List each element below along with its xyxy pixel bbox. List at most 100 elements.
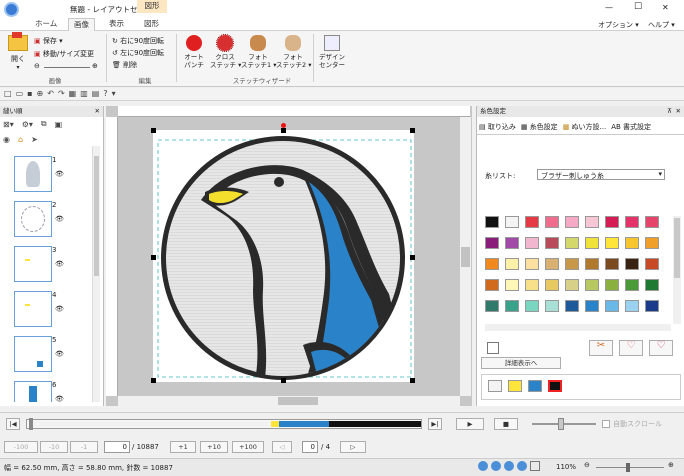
color-swatch[interactable] <box>525 216 539 228</box>
selection-handle[interactable] <box>151 128 156 133</box>
rotation-handle[interactable] <box>281 123 286 128</box>
color-swatch[interactable] <box>505 258 519 270</box>
plus-1-button[interactable]: +1 <box>170 441 196 453</box>
delete-button[interactable]: 🗑 削除 <box>112 60 137 70</box>
thumbnail-6[interactable] <box>14 381 52 402</box>
eye-toggle-icon[interactable]: ◉ <box>3 135 10 144</box>
view-mode-icon[interactable] <box>478 461 488 471</box>
thumbnail-2[interactable] <box>14 201 52 237</box>
frame-tool-icon[interactable] <box>487 342 499 354</box>
color-swatch[interactable] <box>645 216 659 228</box>
color-swatch[interactable] <box>505 237 519 249</box>
color-swatch[interactable] <box>565 258 579 270</box>
minus-100-button[interactable]: -100 <box>4 441 38 453</box>
color-swatch[interactable] <box>545 279 559 291</box>
color-swatch[interactable] <box>585 258 599 270</box>
color-swatch[interactable] <box>505 300 519 312</box>
tab-home[interactable]: ホーム <box>30 18 62 31</box>
tab-sew-method[interactable]: ▩ ぬい方設... <box>563 122 607 132</box>
minus-10-button[interactable]: -10 <box>40 441 68 453</box>
selection-handle[interactable] <box>281 378 286 383</box>
stop-button[interactable]: ■ <box>494 418 518 430</box>
rewind-button[interactable]: |◀ <box>6 418 20 430</box>
color-swatch[interactable] <box>525 258 539 270</box>
selection-handle[interactable] <box>151 378 156 383</box>
selection-handle[interactable] <box>281 128 286 133</box>
auto-punch-button[interactable]: オート パンチ <box>182 35 206 69</box>
hoop-area[interactable] <box>151 123 415 383</box>
thumbnail-1[interactable] <box>14 156 52 192</box>
color-swatch[interactable] <box>485 300 499 312</box>
color-palette[interactable] <box>485 216 671 324</box>
selection-handle[interactable] <box>151 255 156 260</box>
used-color-swatch[interactable] <box>488 380 502 392</box>
save-button[interactable]: ▣ 保存 ▾ <box>34 36 63 46</box>
cursor-icon[interactable]: ➤ <box>31 135 38 144</box>
color-swatch[interactable] <box>505 216 519 228</box>
color-swatch[interactable] <box>625 216 639 228</box>
frame-icon[interactable]: ▣ <box>55 120 63 129</box>
move-icon[interactable]: ⧉ <box>41 119 47 129</box>
play-button[interactable]: ▶ <box>456 418 484 430</box>
photo-stitch2-button[interactable]: フォト ステッチ2 ▾ <box>276 35 311 69</box>
tab-text-format[interactable]: AB 書式設定 <box>611 122 651 132</box>
color-swatch[interactable] <box>485 237 499 249</box>
used-color-swatch[interactable] <box>508 380 522 392</box>
forward-end-button[interactable]: ▶| <box>428 418 442 430</box>
color-swatch[interactable] <box>625 279 639 291</box>
open-button[interactable]: 開く ▾ <box>6 32 30 71</box>
maximize-button[interactable]: ☐ <box>634 2 642 12</box>
thread-list-select[interactable]: ブラザー刺しゅう糸 ▾ <box>537 169 665 180</box>
qat-dropdown-icon[interactable]: ▾ <box>112 89 116 98</box>
eye-icon[interactable]: 👁 <box>55 260 64 268</box>
used-color-swatch[interactable] <box>528 380 542 392</box>
color-swatch[interactable] <box>505 279 519 291</box>
design-center-button[interactable]: デザイン センター <box>316 35 348 69</box>
color-sort-icon[interactable]: ⚙▾ <box>22 120 33 129</box>
undo-icon[interactable]: ↶ <box>47 89 54 98</box>
color-swatch[interactable] <box>545 216 559 228</box>
help-circle-icon[interactable]: ? <box>103 89 107 98</box>
photo-stitch1-button[interactable]: フォト ステッチ1 ▾ <box>241 35 276 69</box>
cross-stitch-button[interactable]: クロス ステッチ ▾ <box>210 34 241 69</box>
close-button[interactable]: ✕ <box>662 3 669 12</box>
prev-page-button[interactable]: ◁ <box>272 441 292 453</box>
canvas-vscroll[interactable] <box>460 117 471 396</box>
grid-icon[interactable]: ▦ <box>69 89 77 98</box>
color-swatch[interactable] <box>605 279 619 291</box>
color-swatch[interactable] <box>585 237 599 249</box>
rotate-left-button[interactable]: ↺ 左に90度回転 <box>112 48 164 58</box>
auto-scroll-checkbox[interactable]: 自動スクロール <box>602 419 662 429</box>
minimize-button[interactable]: — <box>605 3 613 12</box>
panel-close-icon[interactable]: ✕ <box>676 106 681 117</box>
color-swatch[interactable] <box>565 237 579 249</box>
color-swatch[interactable] <box>525 279 539 291</box>
view-mode-icon[interactable] <box>504 461 514 471</box>
open-icon[interactable]: ▭ <box>16 89 24 98</box>
color-swatch[interactable] <box>585 216 599 228</box>
thumbnail-scrollbar[interactable] <box>92 146 100 402</box>
color-swatch[interactable] <box>565 300 579 312</box>
color-swatch[interactable] <box>605 300 619 312</box>
opacity-slider[interactable]: ⊖ ⊕ <box>34 62 100 72</box>
color-swatch[interactable] <box>605 258 619 270</box>
layout-icon[interactable]: ▤ <box>92 89 100 98</box>
color-swatch[interactable] <box>525 300 539 312</box>
eye-icon[interactable]: 👁 <box>55 170 64 178</box>
copy-icon[interactable]: ▥ <box>80 89 88 98</box>
speed-slider[interactable] <box>532 418 596 430</box>
grid-view-icon[interactable] <box>530 461 540 471</box>
app-logo-icon[interactable] <box>4 2 19 17</box>
heart-add-button[interactable]: ♡ <box>619 340 643 356</box>
selection-handle[interactable] <box>410 128 415 133</box>
color-swatch[interactable] <box>645 300 659 312</box>
eye-icon[interactable]: 👁 <box>55 395 64 402</box>
redo-icon[interactable]: ↷ <box>58 89 65 98</box>
zoom-in-icon[interactable]: ⊕ <box>668 461 674 469</box>
minus-1-button[interactable]: -1 <box>70 441 98 453</box>
home-icon[interactable]: ⌂ <box>18 135 23 144</box>
tab-shape[interactable]: 図形 <box>139 18 164 31</box>
plus-100-button[interactable]: +100 <box>232 441 264 453</box>
thread-replace-button[interactable]: ✂ <box>589 340 613 356</box>
sort-icon[interactable]: ⊠▾ <box>3 120 14 129</box>
